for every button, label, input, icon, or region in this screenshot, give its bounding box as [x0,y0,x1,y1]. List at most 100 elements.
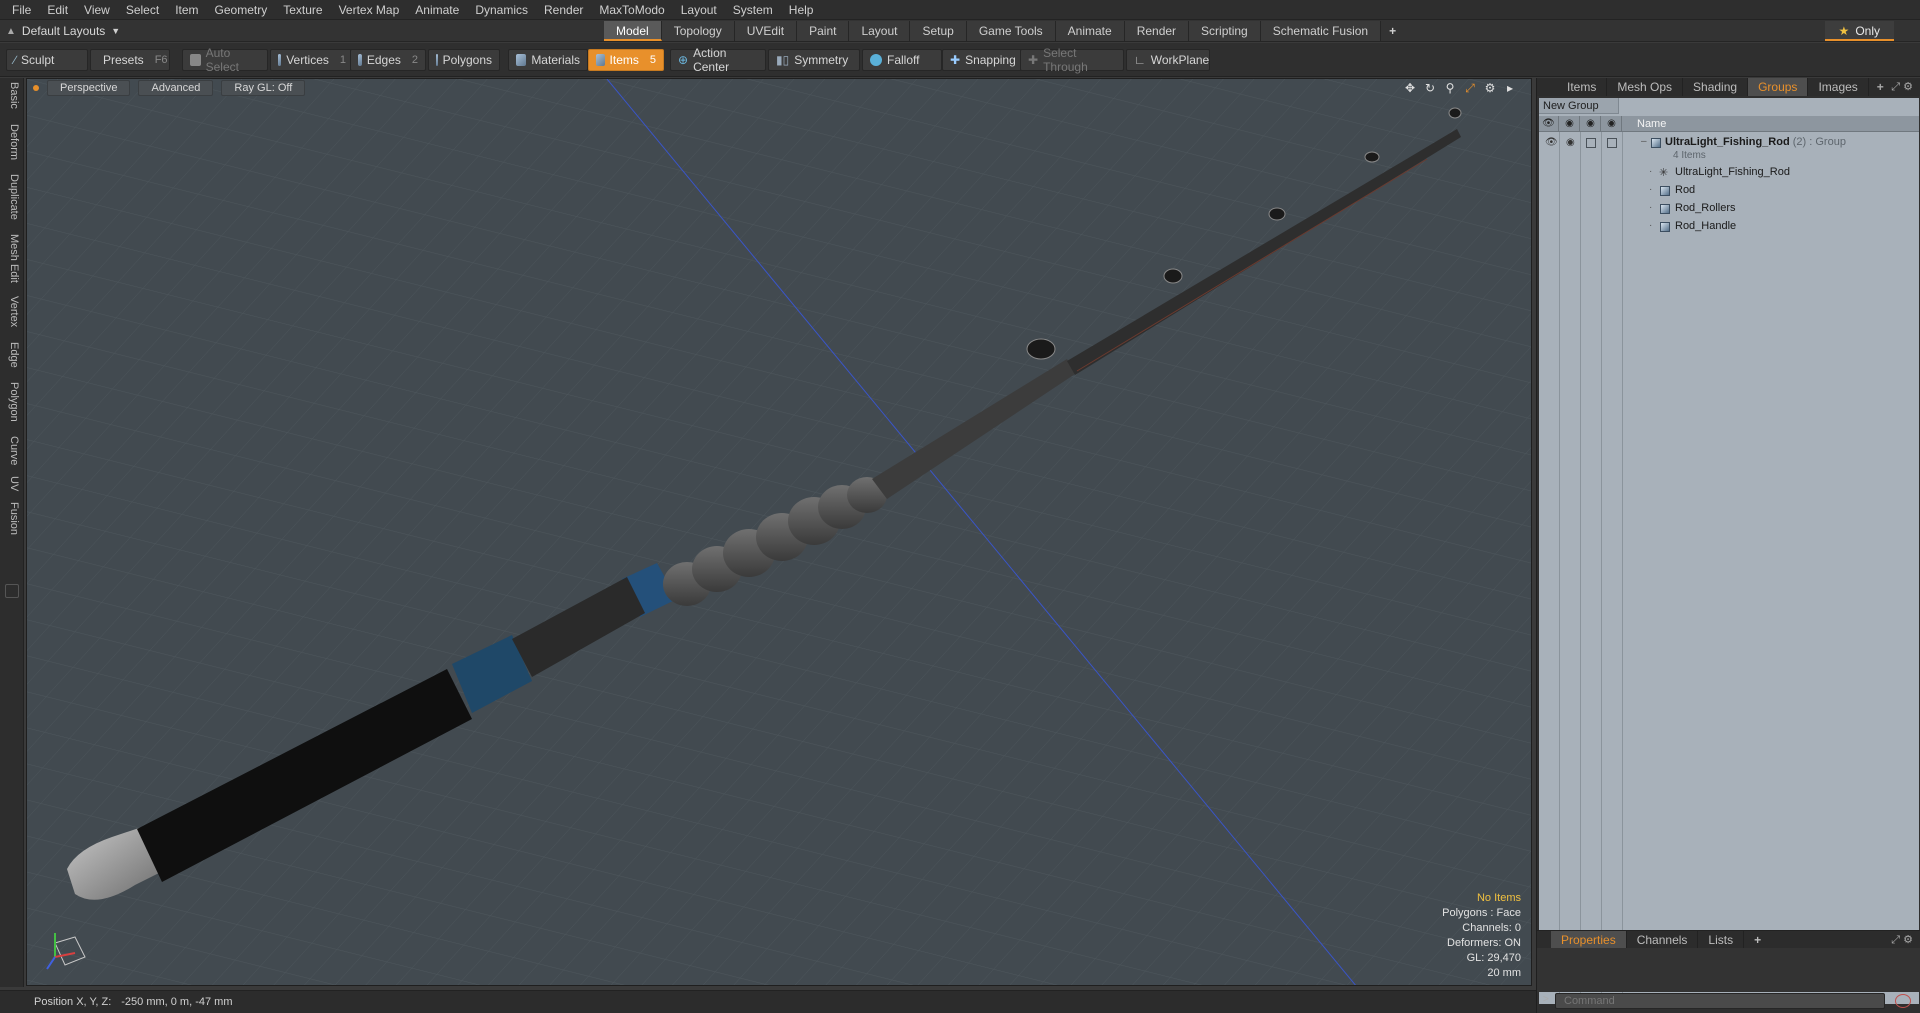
action-center-button[interactable]: ⊕ Action Center [670,46,766,74]
tab-uvedit[interactable]: UVEdit [734,21,798,41]
menu-dynamics[interactable]: Dynamics [467,0,536,20]
sculpt-button[interactable]: ∕ Sculpt [6,49,88,71]
raygl-button[interactable]: Ray GL: Off [221,80,306,96]
viewport-menu-dot[interactable] [33,85,39,91]
tab-game-tools[interactable]: Game Tools [966,21,1056,41]
properties-panel [1537,948,1920,992]
tab-topology[interactable]: Topology [661,21,735,41]
menu-maxtomodo[interactable]: MaxToModo [591,0,672,20]
collapse-icon[interactable]: – [1641,136,1647,147]
tab-paint[interactable]: Paint [797,21,850,41]
polygons-button[interactable]: Polygons [428,49,500,71]
list-item[interactable]: · Rod_Handle [1539,218,1919,236]
lock-toggle[interactable] [1586,138,1596,148]
falloff-button[interactable]: Falloff [862,49,942,71]
items-button[interactable]: Items 5 [588,49,664,71]
properties-options-icon[interactable]: ⤢ ⚙ [1891,933,1913,947]
menu-file[interactable]: File [4,0,39,20]
left-tab-deform[interactable]: Deform [4,124,20,160]
group-row[interactable]: 👁 ◉ – UltraLight_Fishing_Rod (2) : Group… [1539,134,1919,164]
select-column-icon[interactable]: ◉ [1602,116,1622,132]
add-properties-tab-icon[interactable]: + [1744,931,1771,949]
new-group-button[interactable]: New Group [1539,98,1619,114]
tab-shading[interactable]: Shading [1683,78,1749,96]
tab-groups[interactable]: Groups [1748,78,1809,96]
menu-animate[interactable]: Animate [407,0,467,20]
menu-view[interactable]: View [76,0,118,20]
left-tab-edge[interactable]: Edge [4,342,20,368]
list-item[interactable]: · ✳ UltraLight_Fishing_Rod [1539,164,1919,182]
tab-render[interactable]: Render [1124,21,1190,41]
tab-model[interactable]: Model [604,21,662,41]
command-input[interactable] [1555,993,1885,1009]
left-tab-basic[interactable]: Basic [4,82,20,109]
render-toggle-icon[interactable]: ◉ [1566,137,1575,148]
3d-viewport[interactable]: Perspective Advanced Ray GL: Off ✥ ↻ ⚲ ⤢… [26,78,1532,986]
zoom-icon[interactable]: ⚲ [1443,81,1457,96]
left-tab-polygon[interactable]: Polygon [4,382,20,422]
tab-items[interactable]: Items [1557,78,1608,96]
materials-button[interactable]: Materials [508,49,588,71]
gear-icon[interactable]: ⚙ [1483,81,1497,96]
menu-system[interactable]: System [725,0,781,20]
view-mode-button[interactable]: Perspective [47,80,131,96]
edges-button[interactable]: Edges 2 [350,49,426,71]
rotate-icon[interactable]: ↻ [1423,81,1437,96]
vertices-button[interactable]: Vertices 1 [270,49,354,71]
render-column-icon[interactable]: ◉ [1560,116,1580,132]
tab-channels[interactable]: Channels [1627,930,1699,949]
left-tab-uv[interactable]: UV [4,476,20,491]
add-tab-icon[interactable]: + [1381,21,1404,41]
menu-help[interactable]: Help [781,0,822,20]
workplane-button[interactable]: ∟ WorkPlane [1126,49,1210,71]
command-history-icon[interactable] [1895,994,1911,1008]
eye-icon[interactable]: 👁 [1545,137,1558,148]
menu-vertex-map[interactable]: Vertex Map [331,0,408,20]
menu-edit[interactable]: Edit [39,0,76,20]
chevron-down-icon: ▼ [111,26,121,36]
symmetry-button[interactable]: ▮▯ Symmetry [768,49,860,71]
left-tab-vertex[interactable]: Vertex [4,296,20,327]
left-tab-fusion[interactable]: Fusion [4,502,20,535]
vertices-icon [278,54,282,66]
pan-icon[interactable]: ✥ [1403,81,1417,96]
maximize-icon[interactable]: ⤢ [1463,81,1477,96]
select-through-button[interactable]: ✚ Select Through [1020,46,1124,74]
left-tab-curve[interactable]: Curve [4,436,20,465]
tab-images[interactable]: Images [1808,78,1869,96]
layout-selector[interactable]: ▲ Default Layouts ▼ [6,22,120,40]
auto-select-button[interactable]: Auto Select [182,46,268,74]
lock-column-icon[interactable]: ◉ [1581,116,1601,132]
menu-select[interactable]: Select [118,0,167,20]
left-tab-mesh-edit[interactable]: Mesh Edit [4,234,20,283]
play-arrow-icon[interactable]: ▸ [1503,81,1517,96]
menu-geometry[interactable]: Geometry [207,0,276,20]
snapping-button[interactable]: ✚ Snapping [942,49,1026,71]
tab-schematic-fusion[interactable]: Schematic Fusion [1260,21,1382,41]
tab-properties[interactable]: Properties [1551,930,1627,949]
left-panel-toggle-button[interactable] [5,584,19,598]
tab-setup[interactable]: Setup [910,21,967,41]
shading-mode-button[interactable]: Advanced [138,80,214,96]
tab-animate[interactable]: Animate [1055,21,1125,41]
menu-texture[interactable]: Texture [275,0,330,20]
menu-item[interactable]: Item [167,0,206,20]
vertices-key: 1 [339,54,346,66]
name-column-header[interactable]: Name [1637,116,1666,132]
select-toggle[interactable] [1607,138,1617,148]
panel-options-icon[interactable]: ⤢ ⚙ [1891,80,1913,94]
visibility-column-eye-icon[interactable]: 👁 [1539,116,1559,132]
tab-layout[interactable]: Layout [849,21,911,41]
menu-render[interactable]: Render [536,0,591,20]
position-value: -250 mm, 0 m, -47 mm [121,996,233,1008]
tab-scripting[interactable]: Scripting [1189,21,1261,41]
tab-mesh-ops[interactable]: Mesh Ops [1607,78,1684,96]
tab-lists[interactable]: Lists [1698,930,1745,949]
list-item[interactable]: · Rod [1539,182,1919,200]
list-item[interactable]: · Rod_Rollers [1539,200,1919,218]
menu-layout[interactable]: Layout [673,0,725,20]
only-button[interactable]: ★ Only [1824,21,1894,41]
add-panel-tab-icon[interactable]: + [1869,80,1892,94]
presets-button[interactable]: Presets F6 [90,49,170,71]
left-tab-duplicate[interactable]: Duplicate [4,174,20,220]
